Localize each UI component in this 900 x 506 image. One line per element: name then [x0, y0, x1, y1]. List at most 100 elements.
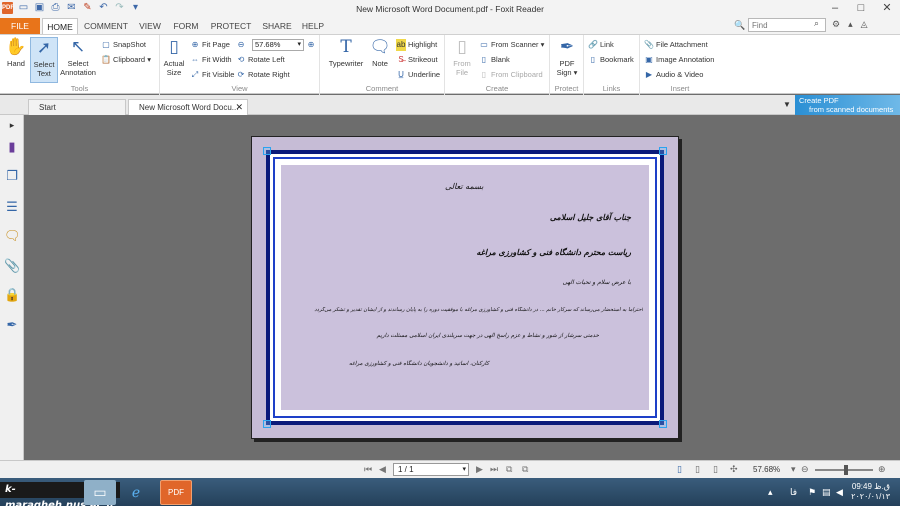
expand-panel-icon[interactable]: ▸: [4, 117, 20, 133]
last-page-icon[interactable]: ⏭: [490, 464, 498, 475]
bookmark-button[interactable]: ▯ Bookmark: [588, 54, 634, 66]
actual-size-button[interactable]: ▯ Actual Size: [162, 37, 186, 77]
selection-handle[interactable]: [263, 420, 271, 428]
comments-panel-icon[interactable]: 🗨: [4, 228, 21, 244]
zoom-out-status-icon[interactable]: ⊖: [801, 464, 809, 475]
tab-help[interactable]: HELP: [298, 18, 328, 34]
fit-page-button[interactable]: ⊕ Fit Page: [190, 39, 230, 51]
bookmarks-panel-icon[interactable]: ▮: [4, 139, 20, 155]
group-view: ▯ Actual Size ⊕ Fit Page ⇔ Fit Width ⤢ Fit …: [160, 35, 320, 95]
doc-tab-start[interactable]: Start: [28, 99, 126, 115]
promo-banner[interactable]: Create PDF from scanned documents: [795, 95, 900, 115]
doc-heading: بسمه تعالی: [445, 182, 484, 191]
from-clipboard-button[interactable]: ▯ From Clipboard: [479, 69, 543, 81]
taskbar-explorer-icon[interactable]: ▭: [84, 480, 116, 505]
taskbar-ie-icon[interactable]: ℯ: [120, 480, 152, 505]
first-page-icon[interactable]: ⏮: [364, 464, 372, 475]
close-tab-icon[interactable]: ✕: [235, 100, 243, 115]
strikeout-icon: S̶: [398, 55, 404, 64]
previous-view-icon[interactable]: ⧉: [506, 464, 512, 475]
layers-panel-icon[interactable]: ☰: [4, 199, 20, 215]
clipboard-button[interactable]: 📋 Clipboard ▾: [101, 54, 151, 66]
facing-icon[interactable]: ▯: [713, 464, 718, 475]
page-number-input[interactable]: 1 / 1 ▾: [393, 463, 469, 476]
from-file-button[interactable]: ▯ From File: [449, 37, 475, 77]
blank-button[interactable]: ▯ Blank: [479, 54, 510, 66]
doc-tab-document[interactable]: New Microsoft Word Docu... ✕: [128, 99, 248, 115]
clock[interactable]: ق.ظ 09:49 ۲۰۲۰/۰۱/۱۳: [851, 482, 890, 502]
tab-protect[interactable]: PROTECT: [206, 18, 256, 34]
image-annotation-button[interactable]: ▣ Image Annotation: [644, 54, 714, 66]
zoom-slider-thumb[interactable]: [844, 465, 848, 475]
settings-icon[interactable]: ⚙: [832, 19, 840, 30]
next-page-icon[interactable]: ▶: [476, 464, 483, 475]
note-button[interactable]: 🗨 Note: [368, 37, 392, 68]
collapse-ribbon-icon[interactable]: ◬: [861, 19, 868, 30]
snapshot-button[interactable]: ▢ SnapShot: [101, 39, 146, 51]
pdf-page[interactable]: بسمه تعالی جناب آقای جلیل اسلامی ریاست م…: [251, 136, 679, 439]
zoom-out-icon[interactable]: ⊖: [236, 39, 248, 51]
typewriter-button[interactable]: T Typewriter: [326, 37, 366, 68]
document-tab-bar: Start New Microsoft Word Docu... ✕ ▼ Crea…: [0, 95, 900, 115]
zoom-dropdown-icon[interactable]: ▾: [791, 464, 796, 475]
tab-share[interactable]: SHARE: [258, 18, 296, 34]
network-icon[interactable]: ▤: [822, 487, 831, 498]
maximize-button[interactable]: □: [848, 0, 874, 18]
underline-button[interactable]: U̲ Underline: [396, 69, 440, 81]
prev-page-icon[interactable]: ◀: [379, 464, 386, 475]
tab-home[interactable]: HOME: [42, 18, 78, 34]
ribbon-tab-row: FILE HOME COMMENT VIEW FORM PROTECT SHAR…: [0, 18, 900, 34]
highlight-button[interactable]: ab Highlight: [396, 39, 437, 51]
select-annotation-button[interactable]: ↖ Select Annotation: [60, 37, 96, 77]
document-workspace[interactable]: بسمه تعالی جناب آقای جلیل اسلامی ریاست م…: [25, 115, 900, 460]
group-create: ▯ From File ▭ From Scanner ▾ ▯ Blank ▯ From…: [445, 35, 550, 95]
hand-button[interactable]: ✋ Hand: [3, 37, 29, 68]
volume-icon[interactable]: ◀: [836, 487, 843, 498]
next-view-icon[interactable]: ⧉: [522, 464, 528, 475]
rotate-left-button[interactable]: ⟲ Rotate Left: [236, 54, 285, 66]
page-dropdown-icon[interactable]: ▾: [462, 464, 466, 475]
continuous-facing-icon[interactable]: ✣: [730, 464, 738, 475]
single-page-icon[interactable]: ▯: [677, 464, 682, 475]
search-icon[interactable]: ⌕: [814, 18, 819, 29]
typewriter-icon: T: [340, 37, 352, 57]
continuous-icon[interactable]: ▯: [695, 464, 700, 475]
taskbar-foxit-icon[interactable]: PDF: [160, 480, 192, 505]
tray-expand-icon[interactable]: ▴: [768, 487, 773, 498]
minimize-button[interactable]: –: [822, 0, 848, 18]
from-scanner-button[interactable]: ▭ From Scanner ▾: [479, 39, 544, 51]
file-attachment-button[interactable]: 📎 File Attachment: [644, 39, 708, 51]
fit-visible-button[interactable]: ⤢ Fit Visible: [190, 69, 235, 81]
tab-comment[interactable]: COMMENT: [80, 18, 132, 34]
tab-list-dropdown-icon[interactable]: ▼: [783, 100, 791, 109]
pdf-sign-button[interactable]: ✒ PDF Sign ▾: [554, 37, 580, 77]
tab-form[interactable]: FORM: [170, 18, 202, 34]
selection-handle[interactable]: [659, 420, 667, 428]
tab-view[interactable]: VIEW: [134, 18, 166, 34]
selection-handle[interactable]: [659, 147, 667, 155]
select-text-button[interactable]: ➚ Select Text: [30, 37, 58, 83]
fit-width-button[interactable]: ⇔ Fit Width: [190, 54, 232, 66]
expand-icon[interactable]: ▴: [848, 19, 853, 30]
close-button[interactable]: ✕: [874, 0, 900, 18]
link-button[interactable]: 🔗 Link: [588, 39, 614, 51]
security-panel-icon[interactable]: 🔒: [4, 287, 20, 303]
tab-file[interactable]: FILE: [0, 18, 40, 34]
attachments-panel-icon[interactable]: 📎: [4, 258, 20, 274]
strikeout-button[interactable]: S̶ Strikeout: [396, 54, 437, 66]
zoom-in-icon[interactable]: ⊕: [306, 39, 318, 51]
audio-video-button[interactable]: ▶ Audio & Video: [644, 69, 703, 81]
zoom-in-status-icon[interactable]: ⊕: [878, 464, 886, 475]
fit-width-icon: ⇔: [191, 55, 199, 64]
language-indicator[interactable]: فا: [790, 487, 797, 498]
signatures-panel-icon[interactable]: ✒: [4, 317, 20, 333]
zoom-select[interactable]: 57.68% ▾: [252, 39, 304, 51]
rotate-right-button[interactable]: ⟳ Rotate Right: [236, 69, 290, 81]
selection-handle[interactable]: [263, 147, 271, 155]
fit-page-icon: ⊕: [191, 40, 199, 49]
flag-icon[interactable]: ⚑: [808, 487, 816, 498]
doc-recipient-title: ریاست محترم دانشگاه فنی و کشاورزی مراغه: [476, 247, 631, 257]
pages-panel-icon[interactable]: ❐: [4, 168, 20, 184]
scanner-icon: ▭: [480, 40, 488, 49]
tell-me-icon[interactable]: 🔍: [734, 20, 745, 31]
